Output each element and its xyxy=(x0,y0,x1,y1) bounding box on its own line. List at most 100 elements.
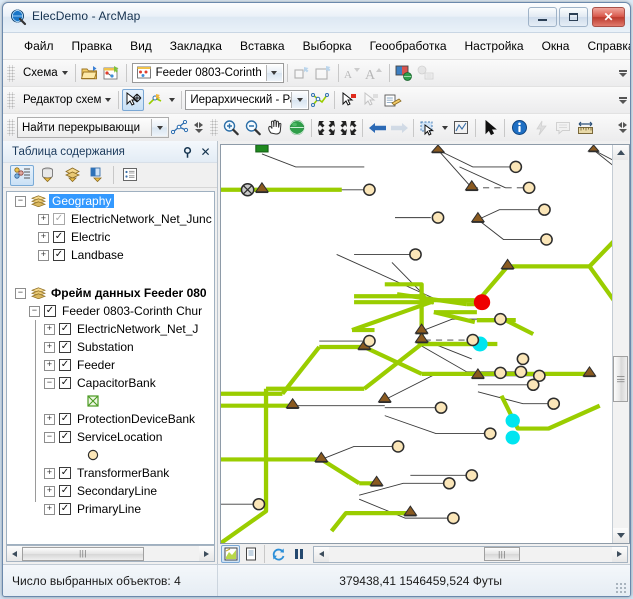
scroll-thumb[interactable]: ||| xyxy=(22,546,144,561)
layer-visibility-checkbox[interactable]: ✓ xyxy=(59,359,71,371)
select-features-button[interactable] xyxy=(417,117,439,139)
layer-visibility-checkbox[interactable]: ✓ xyxy=(59,341,71,353)
toc-layer-transformerbank[interactable]: + ✓ TransformerBank xyxy=(7,464,214,482)
scroll-up-arrow[interactable] xyxy=(613,145,628,160)
toc-layer-landbase[interactable]: + ✓ Landbase xyxy=(7,246,214,264)
trace-button[interactable] xyxy=(169,117,191,139)
diagram-name-combo[interactable]: Feeder 0803-Corinth xyxy=(131,63,284,83)
scroll-left-arrow[interactable] xyxy=(314,546,329,562)
layout-combo-arrow[interactable] xyxy=(291,92,308,108)
map-vertical-scrollbar[interactable]: ||| xyxy=(612,145,629,543)
expander-plus-icon[interactable]: + xyxy=(44,413,55,425)
unselect-schematic-features-button[interactable] xyxy=(360,89,382,111)
menu-insert[interactable]: Вставка xyxy=(231,36,294,56)
toc-layer-electricnetwork-junc[interactable]: + ✓ ElectricNetwork_Net_Junc xyxy=(7,210,214,228)
map-canvas[interactable] xyxy=(221,145,612,543)
toolbar-grip[interactable] xyxy=(7,91,15,109)
toc-horizontal-scrollbar[interactable]: ||| xyxy=(6,545,215,562)
layer-visibility-checkbox[interactable]: ✓ xyxy=(59,485,71,497)
close-button[interactable]: ✕ xyxy=(592,7,625,27)
toc-layer-electricnetwork-net-j[interactable]: + ✓ ElectricNetwork_Net_J xyxy=(7,320,214,338)
scroll-thumb[interactable]: ||| xyxy=(613,356,628,402)
expander-plus-icon[interactable]: + xyxy=(38,231,49,243)
move-schematic-elements-button[interactable] xyxy=(122,89,145,111)
schematic-diagram[interactable] xyxy=(221,145,612,543)
minimize-button[interactable] xyxy=(528,7,557,27)
find-combo-arrow[interactable] xyxy=(151,119,167,136)
toc-list-by-selection-button[interactable] xyxy=(85,165,109,186)
schematic-attributes-button[interactable] xyxy=(382,89,404,111)
toc-layer-primaryline[interactable]: + ✓ PrimaryLine xyxy=(7,500,214,518)
next-extent-button[interactable] xyxy=(388,117,410,139)
toc-layer-electric[interactable]: + ✓ Electric xyxy=(7,228,214,246)
expander-minus-icon[interactable]: − xyxy=(15,287,26,299)
html-popup-button[interactable] xyxy=(552,117,574,139)
pan-button[interactable] xyxy=(264,117,286,139)
full-extent-button[interactable] xyxy=(286,117,308,139)
layer-visibility-checkbox[interactable]: ✓ xyxy=(53,231,65,243)
toc-tree[interactable]: − Geography + ✓ ElectricNetwork_Net_Junc… xyxy=(6,191,215,545)
schematic-menu-button[interactable]: Схема xyxy=(17,64,72,82)
layer-visibility-checkbox[interactable]: ✓ xyxy=(59,377,71,389)
toc-layer-protectiondevicebank[interactable]: + ✓ ProtectionDeviceBank xyxy=(7,410,214,428)
scroll-right-arrow[interactable] xyxy=(612,546,627,562)
select-elements-button[interactable] xyxy=(479,117,501,139)
edit-link-dropdown[interactable] xyxy=(166,89,178,111)
expander-plus-icon[interactable]: + xyxy=(38,213,49,225)
toolbar-overflow-editor[interactable] xyxy=(617,90,628,110)
select-schematic-features-button[interactable] xyxy=(338,89,360,111)
toc-layer-substation[interactable]: + ✓ Substation xyxy=(7,338,214,356)
toolbar-overflow-find[interactable] xyxy=(193,118,204,138)
toc-list-by-drawing-order-button[interactable] xyxy=(10,164,34,186)
expander-plus-icon[interactable]: + xyxy=(44,341,55,353)
edit-link-button[interactable] xyxy=(144,89,166,111)
menu-bookmarks[interactable]: Закладка xyxy=(161,36,231,56)
expander-plus-icon[interactable]: + xyxy=(44,359,55,371)
hyperlink-button[interactable] xyxy=(530,117,552,139)
data-view-button[interactable] xyxy=(221,545,240,563)
scroll-thumb[interactable]: ||| xyxy=(484,547,520,561)
layout-view-button[interactable] xyxy=(241,545,260,563)
toc-layer-capacitorbank[interactable]: − ✓ CapacitorBank xyxy=(7,374,214,392)
toc-dataset-root[interactable]: − ✓ Feeder 0803-Corinth Chur xyxy=(7,302,214,320)
toolbar-overflow-tools[interactable] xyxy=(617,117,628,137)
layer-visibility-checkbox[interactable]: ✓ xyxy=(44,305,56,317)
menu-customize[interactable]: Настройка xyxy=(456,36,533,56)
apply-layout-button[interactable] xyxy=(309,89,331,111)
menu-help[interactable]: Справка xyxy=(578,36,630,56)
increase-font-button[interactable]: A xyxy=(364,62,386,84)
schematic-editor-menu-button[interactable]: Редактор схем xyxy=(17,91,115,109)
open-diagram-button[interactable] xyxy=(79,62,101,84)
layer-visibility-checkbox[interactable]: ✓ xyxy=(59,413,71,425)
layer-visibility-checkbox[interactable]: ✓ xyxy=(53,249,65,261)
toc-list-by-visibility-button[interactable] xyxy=(60,165,84,186)
scroll-right-arrow[interactable] xyxy=(199,546,214,561)
select-by-polygon-button[interactable] xyxy=(450,117,472,139)
zoom-to-diagram-button[interactable] xyxy=(313,62,335,84)
toolbar-grip[interactable] xyxy=(7,119,15,136)
save-diagram-button[interactable] xyxy=(101,62,123,84)
scroll-left-arrow[interactable] xyxy=(7,546,22,561)
expander-plus-icon[interactable]: + xyxy=(38,249,49,261)
expander-plus-icon[interactable]: + xyxy=(44,467,55,479)
maximize-button[interactable] xyxy=(559,7,588,27)
map-horizontal-scrollbar[interactable]: ||| xyxy=(313,545,628,563)
fixed-zoom-in-button[interactable] xyxy=(315,117,337,139)
toc-layer-secondaryline[interactable]: + ✓ SecondaryLine xyxy=(7,482,214,500)
toc-group-dataframe[interactable]: − Фрейм данных Feeder 080 xyxy=(7,284,214,302)
menu-geoprocessing[interactable]: Геообработка xyxy=(361,36,456,56)
layer-visibility-checkbox[interactable]: ✓ xyxy=(59,323,71,335)
toc-layer-feeder[interactable]: + ✓ Feeder xyxy=(7,356,214,374)
menu-edit[interactable]: Правка xyxy=(63,36,122,56)
layer-visibility-checkbox[interactable]: ✓ xyxy=(59,503,71,515)
select-features-dropdown[interactable] xyxy=(439,117,450,139)
menu-view[interactable]: Вид xyxy=(121,36,161,56)
zoom-to-selected-button[interactable] xyxy=(291,62,313,84)
measure-button[interactable] xyxy=(574,117,596,139)
expander-minus-icon[interactable]: − xyxy=(44,377,55,389)
toc-list-by-source-button[interactable] xyxy=(35,165,59,186)
diagram-combo-arrow[interactable] xyxy=(265,65,282,81)
find-overlapping-combo[interactable]: Найти перекрывающи xyxy=(17,117,169,138)
scroll-down-arrow[interactable] xyxy=(613,528,628,543)
pin-icon[interactable]: ⚲ xyxy=(180,144,195,159)
